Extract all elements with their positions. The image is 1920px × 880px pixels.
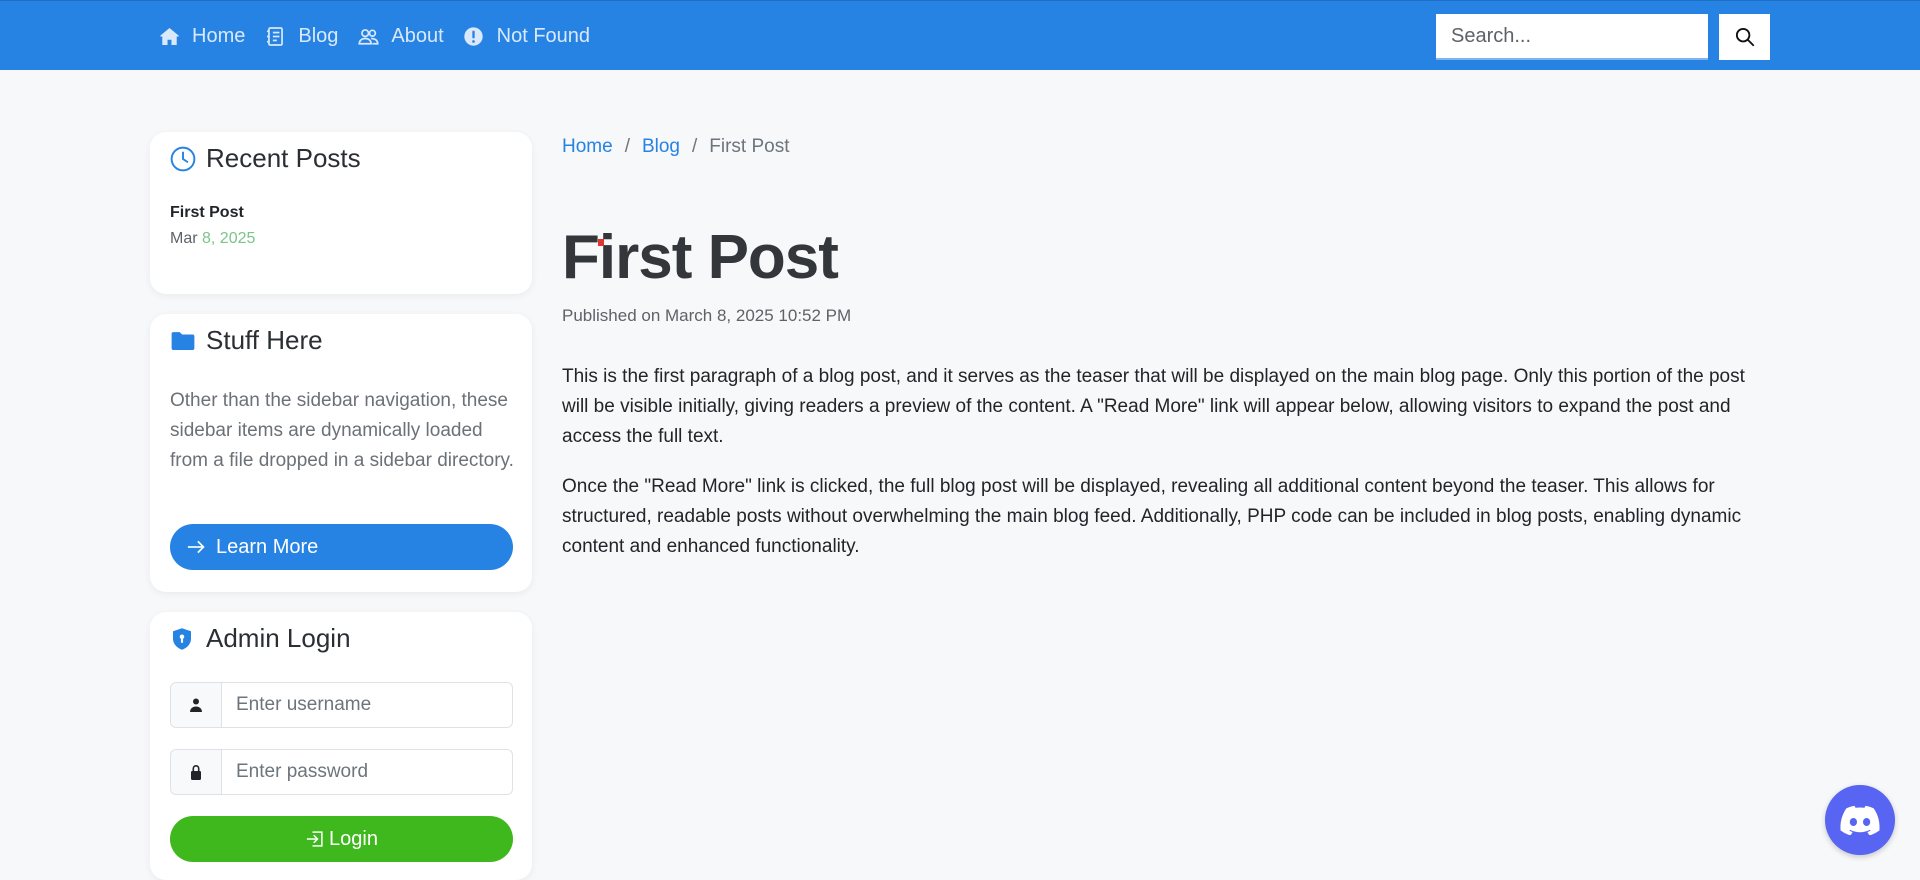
nav-link-not-found[interactable]: Not Found bbox=[463, 25, 590, 48]
title-dot-accent bbox=[598, 239, 604, 246]
recent-post-date: Mar 8, 2025 bbox=[170, 230, 255, 248]
breadcrumb-home[interactable]: Home bbox=[562, 136, 613, 158]
card-title: Stuff Here bbox=[170, 325, 323, 356]
nav-link-label: Home bbox=[192, 24, 246, 47]
username-group bbox=[170, 682, 513, 728]
search-input[interactable] bbox=[1436, 14, 1708, 60]
recent-post-link[interactable]: First Post bbox=[170, 204, 244, 222]
card-title-label: Stuff Here bbox=[206, 325, 323, 355]
card-title-label: Recent Posts bbox=[206, 143, 361, 173]
post-body: This is the first paragraph of a blog po… bbox=[562, 362, 1772, 582]
admin-login-card: Admin Login Login bbox=[150, 612, 532, 880]
nav-link-about[interactable]: About bbox=[357, 24, 444, 48]
breadcrumb-blog[interactable]: Blog bbox=[642, 136, 680, 158]
journal-icon bbox=[264, 25, 286, 47]
shield-lock-icon bbox=[170, 626, 196, 652]
card-title-label: Admin Login bbox=[206, 623, 351, 653]
nav-link-label: Blog bbox=[298, 24, 339, 47]
password-field[interactable] bbox=[222, 750, 512, 794]
card-description: Other than the sidebar navigation, these… bbox=[170, 390, 514, 471]
login-label: Login bbox=[329, 827, 378, 850]
person-icon bbox=[171, 683, 222, 727]
recent-posts-card: Recent Posts First Post Mar 8, 2025 bbox=[150, 132, 532, 294]
house-icon bbox=[158, 25, 180, 47]
breadcrumb: Home / Blog / First Post bbox=[562, 136, 790, 158]
breadcrumb-current: First Post bbox=[709, 136, 790, 157]
password-group bbox=[170, 749, 513, 795]
post-paragraph: This is the first paragraph of a blog po… bbox=[562, 366, 1745, 447]
folder-icon bbox=[170, 328, 196, 354]
arrow-right-icon bbox=[186, 537, 206, 557]
discord-button[interactable] bbox=[1825, 785, 1895, 855]
nav-links: Home Blog About Not Found bbox=[158, 1, 609, 71]
learn-more-button[interactable]: Learn More bbox=[170, 524, 513, 570]
search-icon bbox=[1735, 27, 1755, 47]
nav-link-label: Not Found bbox=[496, 24, 591, 47]
card-title: Recent Posts bbox=[170, 143, 361, 174]
nav-link-label: About bbox=[391, 24, 444, 47]
username-field[interactable] bbox=[222, 683, 512, 727]
exclamation-circle-icon bbox=[463, 25, 485, 47]
post-title: First Post bbox=[562, 222, 839, 293]
people-icon bbox=[357, 25, 379, 47]
post-meta: Published on March 8, 2025 10:52 PM bbox=[562, 306, 852, 325]
card-title: Admin Login bbox=[170, 623, 351, 654]
stuff-here-card: Stuff Here Other than the sidebar naviga… bbox=[150, 314, 532, 592]
post-paragraph: Once the "Read More" link is clicked, th… bbox=[562, 476, 1742, 557]
post-title-text: First Post bbox=[562, 223, 839, 292]
login-button[interactable]: Login bbox=[170, 816, 513, 862]
date-month: Mar bbox=[170, 230, 198, 247]
lock-icon bbox=[171, 750, 222, 794]
search-button[interactable] bbox=[1719, 14, 1770, 60]
clock-icon bbox=[170, 146, 196, 172]
learn-more-label: Learn More bbox=[216, 535, 319, 558]
breadcrumb-separator: / bbox=[624, 136, 630, 157]
top-navbar: Home Blog About Not Found bbox=[0, 0, 1920, 70]
box-arrow-in-icon bbox=[305, 829, 325, 849]
discord-icon bbox=[1840, 805, 1880, 835]
breadcrumb-separator: / bbox=[692, 136, 698, 157]
nav-link-home[interactable]: Home bbox=[158, 25, 245, 48]
date-rest: 8, 2025 bbox=[202, 230, 256, 247]
nav-link-blog[interactable]: Blog bbox=[264, 25, 338, 48]
